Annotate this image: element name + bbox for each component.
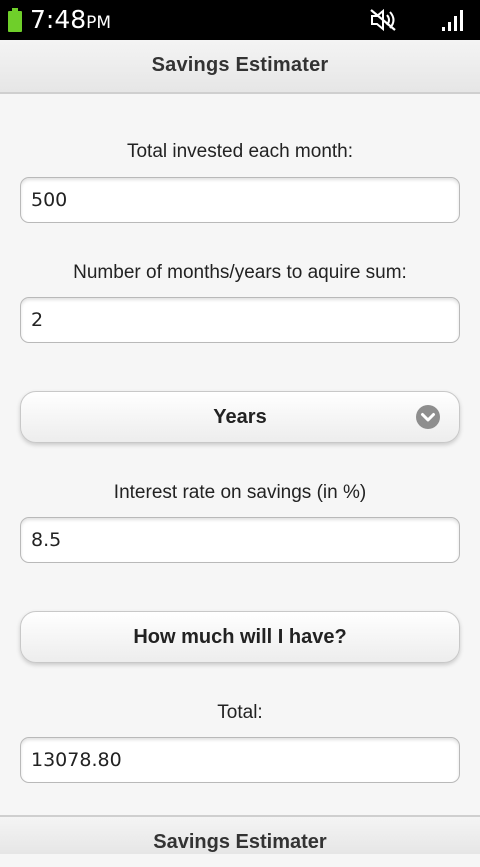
footer-title: Savings Estimater [153,831,327,853]
app-header: Savings Estimater [0,40,480,94]
app-footer: Savings Estimater [0,815,480,854]
total-label: Total: [217,702,263,723]
calculate-button[interactable]: How much will I have? [20,611,460,663]
signal-icon [442,10,463,31]
battery-icon [8,8,22,32]
monthly-investment-label: Total invested each month: [126,141,354,162]
clock-ampm: PM [86,13,112,33]
total-output[interactable]: 13078.80 [20,737,460,783]
monthly-investment-input[interactable]: 500 [20,177,460,223]
period-select-value: Years [213,406,267,428]
page-title: Savings Estimater [151,54,329,76]
interest-rate-input[interactable]: 8.5 [20,517,460,563]
duration-label: Number of months/years to aquire sum: [73,262,407,283]
period-select[interactable]: Years [20,391,460,443]
interest-rate-label: Interest rate on savings (in %) [113,482,367,503]
mute-icon [370,8,396,32]
chevron-down-icon [416,405,440,429]
duration-input[interactable]: 2 [20,297,460,343]
clock-time: 7:48 [30,5,87,34]
clock: 7:48PM [30,5,111,38]
status-bar: 7:48PM [0,0,480,40]
